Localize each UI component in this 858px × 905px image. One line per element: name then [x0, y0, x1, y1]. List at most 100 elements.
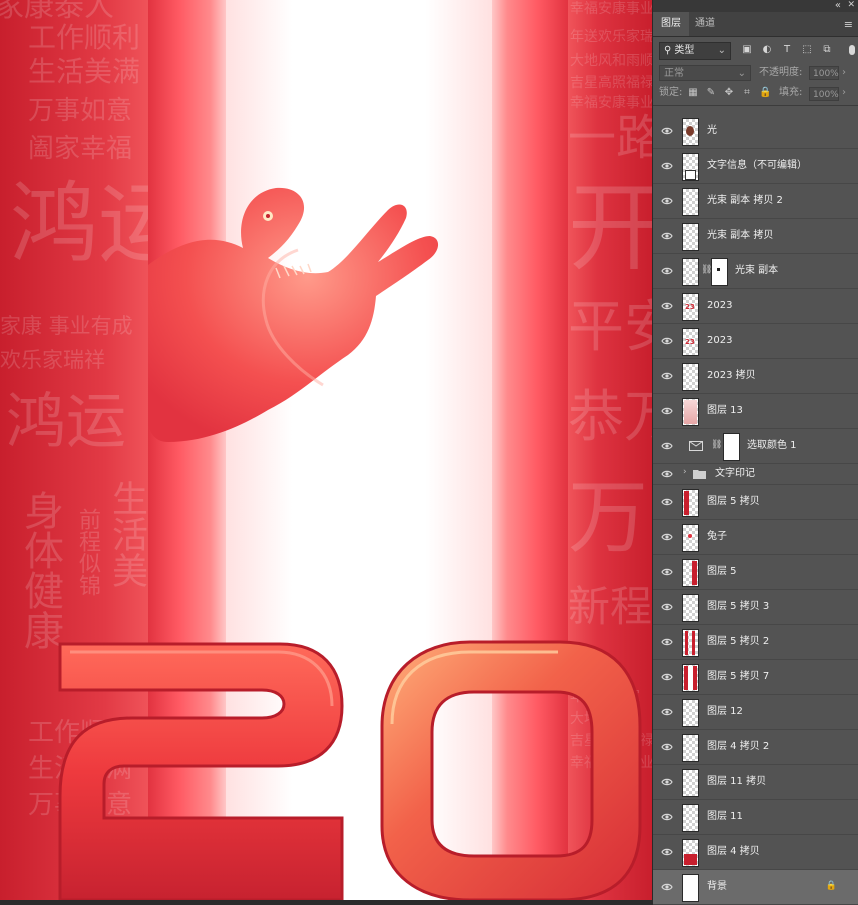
collapse-panel-icon[interactable]: « [835, 0, 841, 11]
layer-row[interactable]: 光 [653, 114, 858, 149]
layer-row[interactable]: 图层 12 [653, 695, 858, 730]
layer-thumbnail[interactable] [682, 559, 699, 587]
layer-name[interactable]: 2023 拷贝 [707, 359, 756, 393]
layer-row[interactable]: 图层 13 [653, 394, 858, 429]
layer-thumbnail[interactable] [682, 769, 699, 797]
layer-name[interactable]: 文字信息（不可编辑） [707, 149, 807, 183]
eye-icon[interactable] [661, 196, 673, 206]
layer-thumbnail[interactable] [682, 629, 699, 657]
layer-name[interactable]: 图层 5 拷贝 [707, 485, 760, 519]
eye-icon[interactable] [661, 567, 673, 577]
adjustment-filter-icon[interactable]: ◐ [761, 44, 773, 56]
filter-type-select[interactable]: ⚲ 类型 ⌄ [659, 42, 731, 60]
layer-name[interactable]: 图层 11 [707, 800, 743, 834]
eye-icon[interactable] [661, 602, 673, 612]
eye-icon[interactable] [661, 336, 673, 346]
eye-icon[interactable] [661, 301, 673, 311]
eye-icon[interactable] [661, 231, 673, 241]
layer-name[interactable]: 图层 5 [707, 555, 737, 589]
layer-name[interactable]: 选取颜色 1 [747, 429, 797, 463]
eye-icon[interactable] [661, 637, 673, 647]
tab-channels[interactable]: 通道 [687, 12, 723, 36]
layer-thumbnail[interactable] [682, 153, 699, 181]
eye-icon[interactable] [661, 497, 673, 507]
layer-name[interactable]: 2023 [707, 324, 732, 358]
layer-name[interactable]: 图层 11 拷贝 [707, 765, 766, 799]
layer-row[interactable]: 光束 副本 拷贝 [653, 219, 858, 254]
layer-row[interactable]: 图层 4 拷贝 2 [653, 730, 858, 765]
layer-thumbnail[interactable] [682, 398, 699, 426]
eye-icon[interactable] [661, 847, 673, 857]
eye-icon[interactable] [661, 126, 673, 136]
tab-layers[interactable]: 图层 [653, 12, 689, 36]
layer-thumbnail[interactable] [682, 874, 699, 902]
shape-filter-icon[interactable]: ⬚ [801, 44, 813, 56]
expand-group-chevron-icon[interactable]: › [683, 467, 687, 477]
filter-toggle-switch[interactable] [849, 45, 855, 55]
fill-dropdown-icon[interactable]: › [842, 83, 846, 103]
layer-row[interactable]: 图层 5 拷贝 3 [653, 590, 858, 625]
layer-thumbnail[interactable] [682, 594, 699, 622]
layer-row[interactable]: ⛓ 选取颜色 1 [653, 429, 858, 464]
layer-name[interactable]: 光束 副本 拷贝 [707, 219, 773, 253]
eye-icon[interactable] [661, 707, 673, 717]
document-canvas[interactable]: 家康泰人 工作顺利 生活美满 万事如意 阖家幸福 鸿运 家康 事业有成 欢乐家瑞… [0, 0, 652, 900]
eye-icon[interactable] [661, 882, 673, 892]
layer-row[interactable]: 文字信息（不可编辑） [653, 149, 858, 184]
image-filter-icon[interactable]: ▣ [741, 44, 753, 56]
layer-mask-thumbnail[interactable] [711, 258, 728, 286]
layer-name[interactable]: 背景 [707, 870, 727, 904]
eye-icon[interactable] [661, 532, 673, 542]
layer-thumbnail[interactable]: 23 [682, 328, 699, 356]
eye-icon[interactable] [661, 742, 673, 752]
layer-thumbnail[interactable]: 23 [682, 293, 699, 321]
lock-image-pixels-icon[interactable]: ✎ [705, 87, 717, 99]
eye-icon[interactable] [661, 777, 673, 787]
lock-transparent-pixels-icon[interactable]: ▦ [687, 87, 699, 99]
close-panel-icon[interactable]: ✕ [847, 0, 855, 11]
layer-thumbnail[interactable] [682, 734, 699, 762]
layer-name[interactable]: 文字印记 [715, 464, 755, 484]
layer-thumbnail[interactable] [682, 258, 699, 286]
layer-name[interactable]: 2023 [707, 289, 732, 323]
eye-icon[interactable] [661, 161, 673, 171]
layer-group-row[interactable]: › 文字印记 [653, 464, 858, 485]
opacity-input[interactable]: 100% [809, 66, 839, 80]
eye-icon[interactable] [661, 406, 673, 416]
layer-row[interactable]: ⛓ 光束 副本 [653, 254, 858, 289]
layer-thumbnail[interactable] [682, 699, 699, 727]
layer-thumbnail[interactable] [682, 363, 699, 391]
layer-row[interactable]: 23 2023 [653, 289, 858, 324]
layer-thumbnail[interactable] [682, 188, 699, 216]
layer-row[interactable]: 图层 5 拷贝 2 [653, 625, 858, 660]
eye-icon[interactable] [661, 371, 673, 381]
layer-thumbnail[interactable] [682, 839, 699, 867]
lock-position-icon[interactable]: ✥ [723, 87, 735, 99]
layer-row[interactable]: 图层 5 拷贝 [653, 485, 858, 520]
layer-thumbnail[interactable] [682, 804, 699, 832]
layer-row[interactable]: 图层 11 [653, 800, 858, 835]
layer-name[interactable]: 光束 副本 [735, 254, 778, 288]
layer-thumbnail[interactable] [682, 524, 699, 552]
layer-thumbnail[interactable] [682, 223, 699, 251]
fill-input[interactable]: 100% [809, 87, 839, 101]
layer-name[interactable]: 光束 副本 拷贝 2 [707, 184, 783, 218]
layer-row[interactable]: 图层 5 拷贝 7 [653, 660, 858, 695]
layer-name[interactable]: 图层 5 拷贝 3 [707, 590, 769, 624]
text-filter-icon[interactable]: T [781, 44, 793, 56]
layer-name[interactable]: 兔子 [707, 520, 727, 554]
layer-row[interactable]: 图层 5 [653, 555, 858, 590]
layer-name[interactable]: 图层 12 [707, 695, 743, 729]
eye-icon[interactable] [661, 469, 673, 479]
layer-thumbnail[interactable] [682, 118, 699, 146]
layer-row[interactable]: 23 2023 [653, 324, 858, 359]
eye-icon[interactable] [661, 441, 673, 451]
eye-icon[interactable] [661, 672, 673, 682]
smart-object-filter-icon[interactable]: ⧉ [821, 44, 833, 56]
lock-all-icon[interactable]: 🔒 [759, 87, 771, 99]
layer-row[interactable]: 2023 拷贝 [653, 359, 858, 394]
panel-menu-icon[interactable]: ≡ [844, 18, 853, 31]
layer-name[interactable]: 图层 5 拷贝 7 [707, 660, 769, 694]
layer-name[interactable]: 图层 5 拷贝 2 [707, 625, 769, 659]
layer-thumbnail[interactable] [682, 664, 699, 692]
